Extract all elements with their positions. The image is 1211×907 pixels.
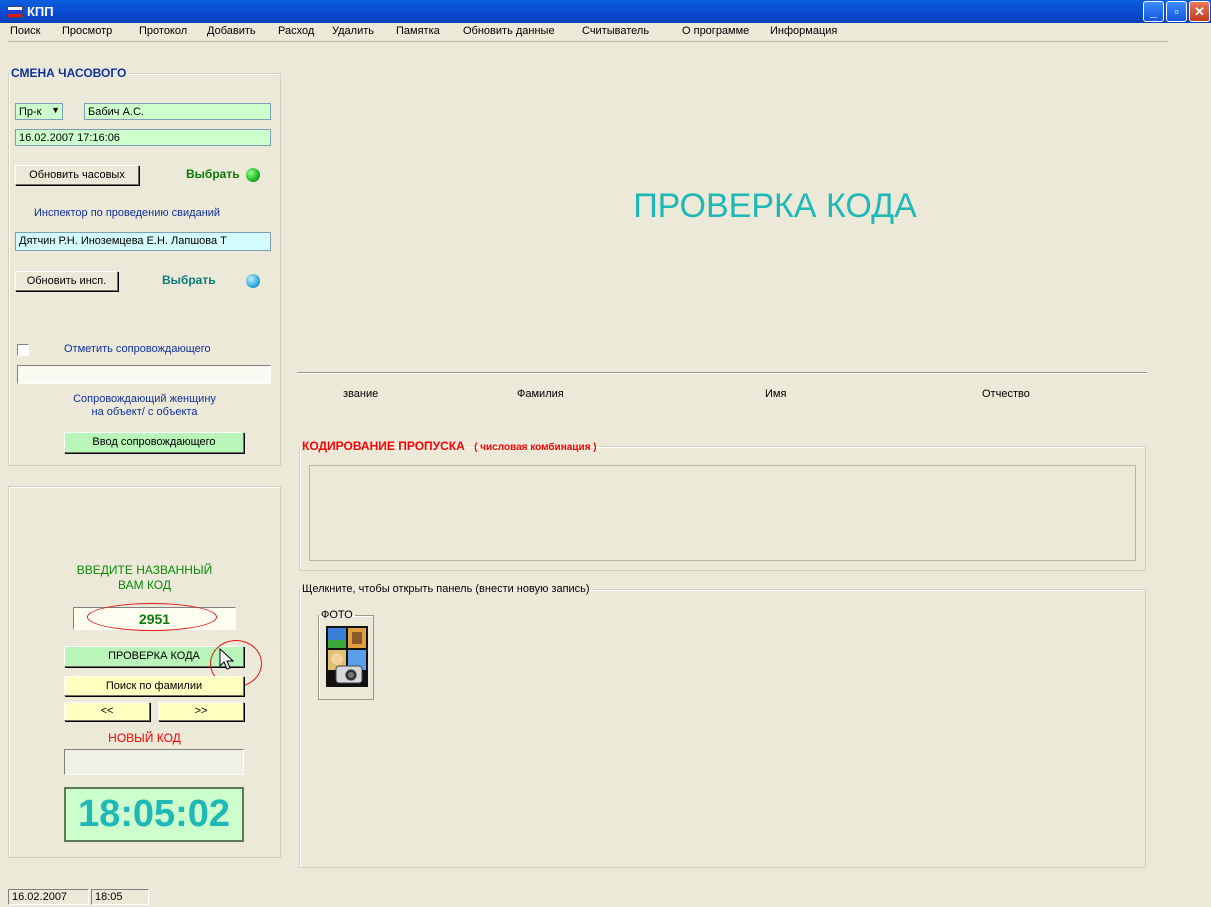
column-header-patronymic: Отчество <box>982 388 1030 400</box>
escort-caption-line2: на объект/ с объекта <box>91 406 198 418</box>
new-code-field[interactable] <box>64 749 244 775</box>
inspector-caption: Инспектор по проведению свиданий <box>34 207 221 219</box>
inspector-status-indicator-icon <box>246 274 260 288</box>
next-record-button[interactable]: >> <box>158 702 244 721</box>
refresh-inspector-button[interactable]: Обновить инсп. <box>15 271 118 291</box>
guard-status-indicator-icon <box>246 168 260 182</box>
page-heading: ПРОВЕРКА КОДА <box>633 187 917 225</box>
menu-item-view[interactable]: Просмотр <box>62 25 112 37</box>
menu-item-refresh-data[interactable]: Обновить данные <box>463 25 555 37</box>
columns-divider <box>297 372 1147 374</box>
inspectors-field: Дятчин Р.Н. Иноземцева Е.Н. Лапшова Т <box>15 232 271 251</box>
mark-escort-label: Отметить сопровождающего <box>64 343 211 355</box>
photo-camera-icon[interactable] <box>326 626 368 687</box>
menu-item-add[interactable]: Добавить <box>207 25 256 37</box>
new-code-label: НОВЫЙ КОД <box>108 731 181 745</box>
menu-divider <box>8 41 1168 42</box>
select-guard-link[interactable]: Выбрать <box>186 167 240 181</box>
record-panel-group[interactable]: Щелкните, чтобы открыть панель (внести н… <box>299 583 1146 868</box>
rank-select-value: Пр-к <box>19 106 42 118</box>
select-inspector-link[interactable]: Выбрать <box>162 273 216 287</box>
escort-caption-line1: Сопровождающий женщину <box>73 393 216 405</box>
menu-item-search[interactable]: Поиск <box>10 25 40 37</box>
menu-item-memo[interactable]: Памятка <box>396 25 440 37</box>
mark-escort-checkbox[interactable] <box>17 344 29 356</box>
menu-item-delete[interactable]: Удалить <box>332 25 374 37</box>
status-date: 16.02.2007 <box>8 889 89 905</box>
window-title: КПП <box>27 4 54 19</box>
rank-select[interactable]: Пр-к ▼ <box>15 103 63 120</box>
pass-encoding-hint: ( числовая комбинация ) <box>474 442 597 453</box>
menu-item-protocol[interactable]: Протокол <box>139 25 187 37</box>
minimize-icon[interactable]: _ <box>1143 1 1164 22</box>
search-by-surname-button[interactable]: Поиск по фамилии <box>64 676 244 696</box>
pass-encoding-title: КОДИРОВАНИЕ ПРОПУСКА <box>302 439 465 453</box>
pass-encoding-legend: КОДИРОВАНИЕ ПРОПУСКА ( числовая комбинац… <box>300 439 599 453</box>
refresh-guards-button[interactable]: Обновить часовых <box>15 165 139 185</box>
menu-item-about[interactable]: О программе <box>682 25 749 37</box>
close-icon[interactable]: ✕ <box>1189 1 1210 22</box>
record-panel-legend: Щелкните, чтобы открыть панель (внести н… <box>302 583 590 595</box>
code-prompt-line2: ВАМ КОД <box>118 578 171 592</box>
escort-field[interactable] <box>17 365 271 384</box>
pass-encoding-area[interactable] <box>309 465 1136 561</box>
app-flag-icon <box>7 6 23 18</box>
column-header-surname: Фамилия <box>517 388 564 400</box>
code-highlight-ellipse <box>87 603 217 631</box>
menu-item-reader[interactable]: Считыватель <box>582 25 649 37</box>
status-time: 18:05 <box>91 889 149 905</box>
enter-escort-button[interactable]: Ввод сопровождающего <box>64 432 244 453</box>
guard-name-field[interactable]: Бабич А.С. <box>84 103 271 120</box>
chevron-down-icon: ▼ <box>51 105 60 115</box>
clock-display: 18:05:02 <box>64 787 244 842</box>
mouse-cursor-icon <box>219 648 235 670</box>
menu-item-info[interactable]: Информация <box>770 25 837 37</box>
maximize-icon[interactable]: ▫ <box>1166 1 1187 22</box>
prev-record-button[interactable]: << <box>64 702 150 721</box>
menu-bar: Поиск Просмотр Протокол Добавить Расход … <box>0 23 1211 40</box>
column-header-rank: звание <box>343 388 379 400</box>
column-header-name: Имя <box>765 388 787 400</box>
guard-shift-legend: СМЕНА ЧАСОВОГО <box>11 66 127 80</box>
menu-item-expense[interactable]: Расход <box>278 25 314 37</box>
photo-legend: ФОТО <box>321 609 353 621</box>
title-bar: КПП _ ▫ ✕ <box>0 0 1211 23</box>
code-prompt-line1: ВВЕДИТЕ НАЗВАННЫЙ <box>76 563 213 577</box>
shift-datetime-field: 16.02.2007 17:16:06 <box>15 129 271 146</box>
